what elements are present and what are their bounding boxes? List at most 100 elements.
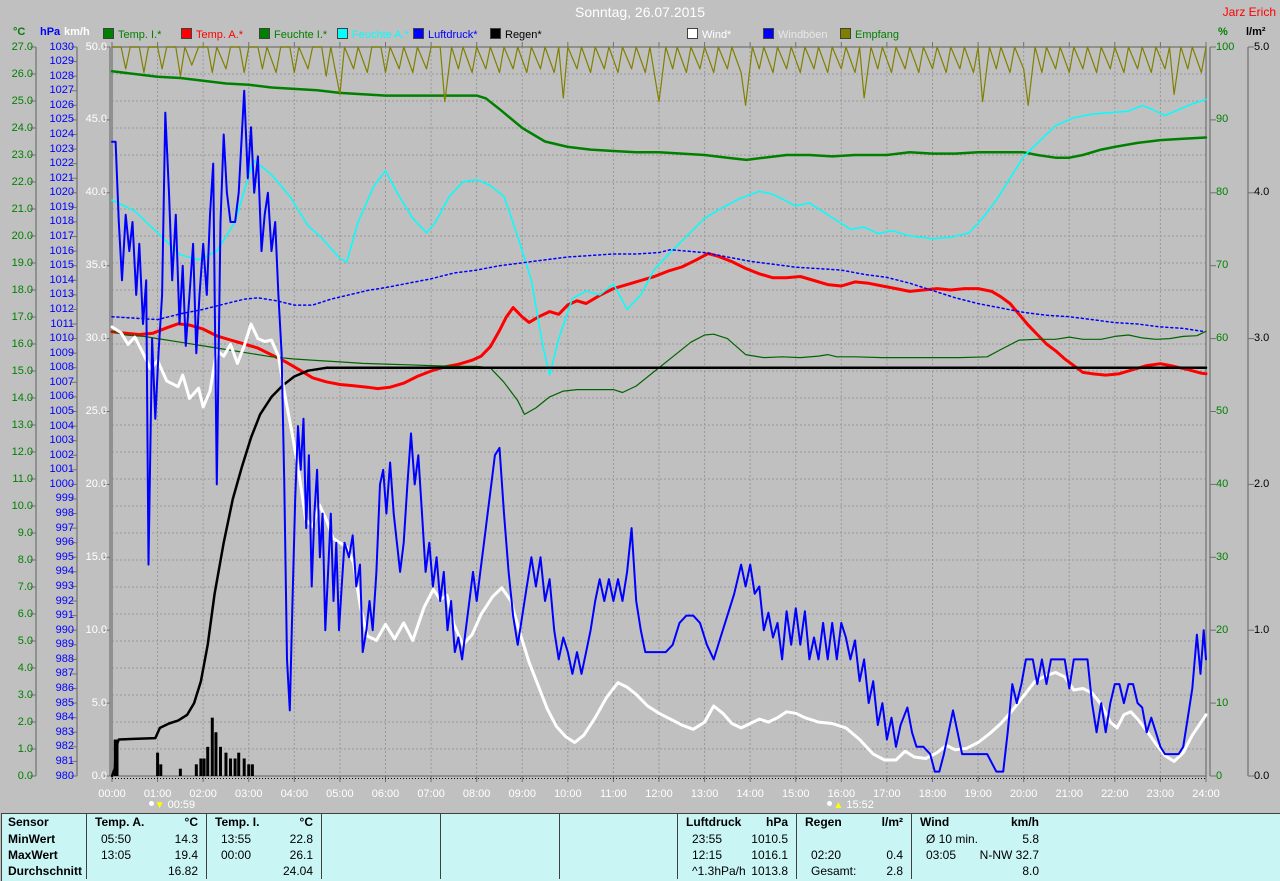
y-axis-tick-label-hpa: 1004 [49,419,74,432]
x-axis-tick-label: 21:00 [1055,788,1084,800]
y-axis-tick-label-lm2: 0.0 [1254,769,1270,782]
table-cell-text: 03:05 [926,848,957,862]
table-cell-text [207,864,221,878]
table-cell-text: 00:00 [221,848,252,862]
y-axis-tick-label-hpa: 1003 [49,434,74,447]
table-cell-text [87,864,101,878]
table-cell-value: °C [299,815,313,829]
y-axis-tick-label-kmh: 35.0 [85,259,107,272]
table-header-cell: Regen l/m² [797,814,912,831]
table-cell-text [912,864,926,878]
table-cell-text: Temp. I. [215,815,260,829]
table-row-label: Sensor [2,814,87,831]
table-cell-text: Temp. A. [95,815,145,829]
y-axis-tick-label-hpa: 997 [55,521,74,534]
x-axis-tick-label: 13:00 [690,788,719,800]
table-data-cell: Gesamt: 2.8 [797,863,912,879]
table-cell-value: 24.04 [282,864,313,878]
x-axis-tick-label: 14:00 [736,788,764,800]
table-data-cell: 12:15 1016.1 [678,847,797,863]
table-data-cell [322,831,441,847]
y-axis-tick-label-hpa: 1026 [49,98,74,111]
y-axis-tick-label-hpa: 1023 [49,142,74,155]
y-axis-tick-label-pct: 100 [1216,40,1235,53]
y-axis-tick-label-lm2: 4.0 [1254,186,1270,199]
y-axis-tick-label-pct: 10 [1216,696,1229,709]
table-cell-value: km/h [1010,815,1039,829]
table-header-cell [322,814,441,831]
table-cell-value: 1010.5 [751,832,788,846]
y-axis-tick-label-kmh: 50.0 [85,40,107,53]
y-axis-tick-label-kmh: 10.0 [85,623,107,636]
y-axis-tick-label-hpa: 1017 [49,230,74,243]
y-axis-tick-label-hpa: 999 [55,492,74,505]
table-cell-value: 14.3 [174,832,198,846]
y-axis-tick-label-kmh: 25.0 [85,405,107,417]
y-axis-tick-label-hpa: 1012 [49,302,74,315]
x-axis-tick-label: 00:00 [98,788,126,800]
moonset-icon [148,801,154,806]
table-data-cell: ^1.3hPa/h 1013.8 [678,863,797,879]
table-filler-cell [1047,863,1280,879]
table-data-cell [441,831,560,847]
table-cell-text: Wind [920,815,950,829]
table-cell-text: ^1.3hPa/h [692,864,746,878]
y-axis-tick-label-kmh: 15.0 [85,550,107,563]
table-data-cell: 13:05 19.4 [87,847,207,863]
table-data-cell: 23:55 1010.5 [678,831,797,847]
table-data-cell [322,847,441,863]
y-axis-tick-label-kmh: 20.0 [85,477,107,490]
y-axis-tick-label-lm2: 3.0 [1254,332,1270,345]
y-axis-tick-label-hpa: 1002 [49,448,74,461]
y-axis-tick-label-hpa: 988 [55,652,74,665]
y-axis-tick-label-hpa: 996 [55,536,74,549]
x-axis-tick-label: 22:00 [1101,788,1129,800]
table-cell-text: 13:05 [101,848,132,862]
marker-time-label: 00:59 [167,799,196,811]
table-data-cell: 24.04 [207,863,322,879]
x-axis-tick-label: 08:00 [462,788,491,800]
y-axis-tick-label-hpa: 1028 [49,69,74,82]
table-data-cell: 03:05 N-NW 32.7 [912,847,1047,863]
y-axis-tick-label-pct: 20 [1216,623,1229,636]
table-header-cell: Wind km/h [912,814,1047,831]
y-axis-tick-label-hpa: 1018 [49,215,74,228]
y-axis-tick-label-hpa: 987 [55,667,74,680]
y-axis-tick-label-hpa: 1029 [49,55,74,68]
table-data-cell [560,831,678,847]
y-axis-tick-label-kmh: 45.0 [85,113,107,126]
y-axis-tick-label-hpa: 1019 [49,200,74,213]
y-axis-tick-label-lm2: 2.0 [1254,477,1270,490]
y-axis-tick-label-pct: 90 [1216,113,1229,126]
y-axis-tick-label-hpa: 982 [55,740,74,753]
table-cell-value: 22.8 [289,832,313,846]
moonrise-icon [827,801,833,806]
x-axis-tick-label: 06:00 [371,788,400,800]
y-axis-tick-label-hpa: 998 [55,507,74,520]
summary-table: Sensor Temp. A. °C Temp. I. °C Luftdruck hPa Re… [1,813,1280,881]
table-cell-text: 12:15 [692,848,723,862]
y-axis-tick-label-hpa: 989 [55,638,74,651]
y-axis-tick-label-pct: 60 [1216,332,1229,345]
y-axis-tick-label-hpa: 1006 [49,390,74,403]
x-axis-tick-label: 03:00 [234,788,263,800]
y-axis-tick-label-hpa: 981 [55,754,74,767]
y-axis-tick-label-hpa: 1008 [49,361,74,374]
x-axis-tick-label: 09:00 [508,788,537,800]
y-axis-tick-label-hpa: 986 [55,682,74,695]
table-cell-value: 26.1 [289,848,313,862]
table-cell-value: 2.8 [886,864,903,878]
table-header-cell: Luftdruck hPa [678,814,797,831]
y-axis-tick-label-lm2: 5.0 [1254,40,1270,53]
table-cell-value: °C [184,815,198,829]
time-marker-set: ▼ 00:59 [148,799,196,811]
y-axis-tick-label-hpa: 1022 [49,157,74,170]
chart-svg [30,42,1254,782]
y-axis-tick-label-lm2: 1.0 [1254,623,1270,636]
table-data-cell [797,831,912,847]
table-cell-value: 8.0 [1022,864,1039,878]
x-axis-tick-label: 12:00 [645,788,673,800]
table-cell-value: l/m² [881,815,903,829]
table-header-cell [441,814,560,831]
x-axis-tick-label: 19:00 [964,788,992,800]
